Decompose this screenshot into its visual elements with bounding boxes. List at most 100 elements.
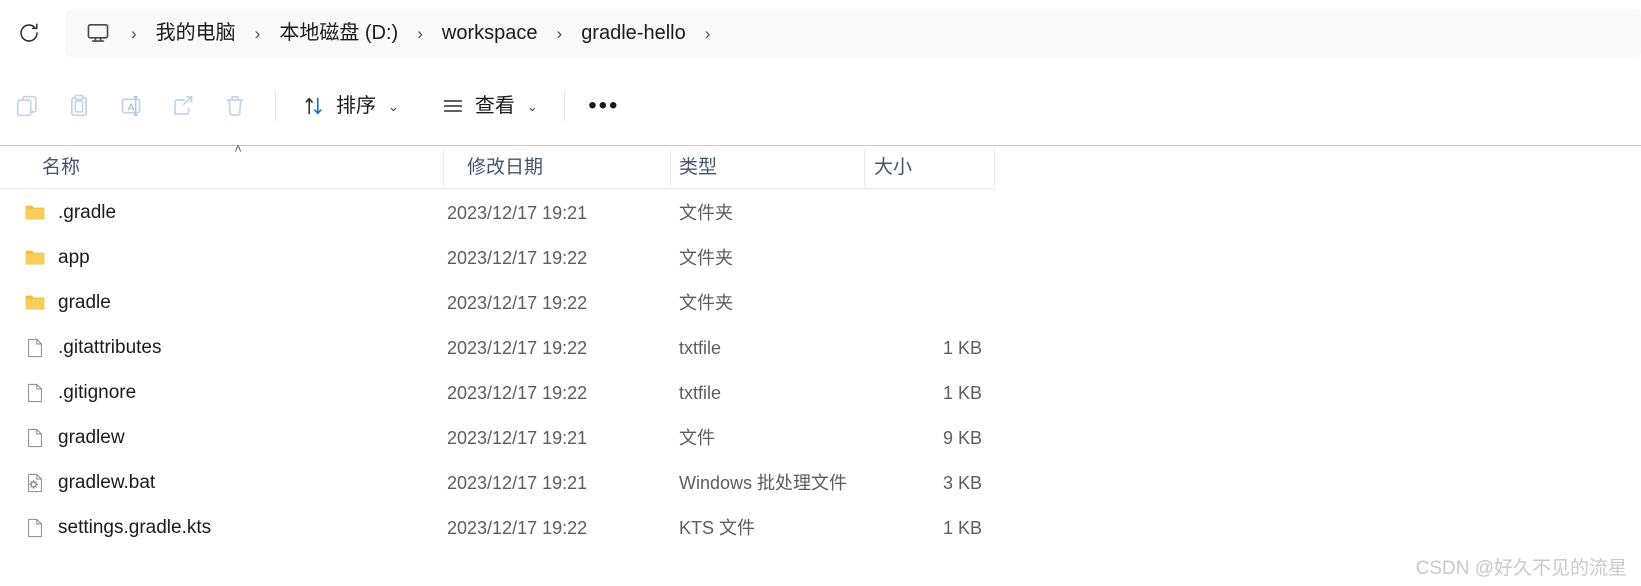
column-header-size-label: 大小 [874,156,913,178]
file-date-label: 2023/12/17 19:22 [447,517,588,538]
sort-menu-button[interactable]: 排序 ⌄ [290,83,411,129]
file-name-cell[interactable]: gradlew [24,415,434,460]
breadcrumb-separator-0: › [131,23,137,43]
file-type-label: Windows 批处理文件 [679,472,848,493]
address-bar: › 我的电脑 › 本地磁盘 (D:) › workspace › gradle-… [0,0,1641,66]
sort-chevron-down-icon: ⌄ [388,98,399,114]
file-size-cell: 9 KB [864,415,982,460]
toolbar-divider-2 [563,91,565,121]
file-size-label: 1 KB [942,517,982,538]
breadcrumb-item-my-computer[interactable]: 我的电脑 [147,19,245,47]
view-menu-button[interactable]: 查看 ⌄ [429,83,550,129]
toolbar-divider-1 [275,91,276,121]
file-date-cell: 2023/12/17 19:22 [447,280,662,325]
file-name-cell[interactable]: gradlew.bat [24,460,434,505]
file-type-cell: 文件夹 [679,235,859,280]
column-header-type[interactable]: 类型 [670,146,864,188]
file-date-label: 2023/12/17 19:22 [447,382,588,403]
file-type-label: txtfile [679,382,722,403]
file-date-cell: 2023/12/17 19:21 [447,190,662,235]
breadcrumb-separator-2: › [417,23,423,43]
column-header-size[interactable]: 大小 [864,146,995,188]
command-toolbar: A 排序 ⌄ 查看 ⌄ ••• [0,72,1641,140]
file-date-cell: 2023/12/17 19:22 [447,505,662,550]
file-name-cell[interactable]: .gradle [24,190,434,235]
overflow-menu-button[interactable]: ••• [579,83,629,129]
file-name-cell[interactable]: gradle [24,280,434,325]
breadcrumb-item-local-disk-d[interactable]: 本地磁盘 (D:) [270,19,407,47]
sort-arrows-icon [305,97,322,115]
file-type-cell: KTS 文件 [679,505,859,550]
file-name-label: .gradle [58,202,117,223]
table-row[interactable]: .gradle 2023/12/17 19:21 文件夹 [0,190,1641,235]
column-header-type-label: 类型 [679,156,718,178]
file-date-cell: 2023/12/17 19:21 [447,460,662,505]
delete-button[interactable] [209,83,261,129]
file-name-cell[interactable]: app [24,235,434,280]
column-header-date-modified-label: 修改日期 [467,156,544,178]
file-date-cell: 2023/12/17 19:22 [447,325,662,370]
share-button[interactable] [157,83,209,129]
sort-menu-label: 排序 [336,95,376,117]
file-type-cell: Windows 批处理文件 [679,460,859,505]
copy-icon [16,95,37,117]
column-header-row: 名称 修改日期 类型 大小 [0,145,995,189]
file-date-label: 2023/12/17 19:22 [447,247,588,268]
file-size-label: 3 KB [942,472,982,493]
file-name-cell[interactable]: settings.gradle.kts [24,505,434,550]
file-date-cell: 2023/12/17 19:22 [447,235,662,280]
share-icon [174,96,193,115]
file-name-cell[interactable]: .gitattributes [24,325,434,370]
table-row[interactable]: gradle 2023/12/17 19:22 文件夹 [0,280,1641,325]
folder-icon [24,292,46,314]
file-name-label: .gitattributes [58,337,162,358]
file-type-label: KTS 文件 [679,517,756,538]
document-icon [24,427,46,449]
paste-button[interactable] [53,83,105,129]
view-menu-label: 查看 [474,95,515,117]
watermark-text: CSDN @好久不见的流星 [1415,558,1627,579]
rename-button[interactable]: A [105,83,157,129]
file-date-cell: 2023/12/17 19:22 [447,370,662,415]
column-header-date-modified[interactable]: 修改日期 [443,146,670,188]
table-row[interactable]: gradlew.bat 2023/12/17 19:21 Windows 批处理… [0,460,1641,505]
breadcrumb[interactable]: › 我的电脑 › 本地磁盘 (D:) › workspace › gradle-… [65,9,1641,57]
file-date-label: 2023/12/17 19:21 [447,202,588,223]
file-date-cell: 2023/12/17 19:21 [447,415,662,460]
document-icon [24,337,46,359]
breadcrumb-separator-4[interactable]: › [695,25,721,42]
file-name-label: gradle [58,292,111,313]
breadcrumb-item-gradle-hello[interactable]: gradle-hello [572,19,695,47]
table-row[interactable]: app 2023/12/17 19:22 文件夹 [0,235,1641,280]
file-type-cell: 文件 [679,415,859,460]
column-divider-4[interactable] [994,150,995,186]
file-type-cell: 文件夹 [679,190,859,235]
column-header-name-label: 名称 [42,156,81,178]
file-type-label: 文件夹 [679,247,733,268]
file-name-label: gradlew [58,427,125,448]
breadcrumb-item-workspace[interactable]: workspace [433,19,547,47]
column-header-name[interactable]: 名称 [0,146,443,188]
file-type-label: txtfile [679,337,722,358]
file-date-label: 2023/12/17 19:22 [447,337,588,358]
table-row[interactable]: .gitignore 2023/12/17 19:22 txtfile 1 KB [0,370,1641,415]
refresh-button[interactable] [7,11,51,55]
file-type-cell: 文件夹 [679,280,859,325]
table-row[interactable]: gradlew 2023/12/17 19:21 文件 9 KB [0,415,1641,460]
batch-file-icon [24,472,46,494]
file-name-label: .gitignore [58,382,137,403]
monitor-icon [87,23,109,42]
file-name-label: app [58,247,90,268]
file-date-label: 2023/12/17 19:21 [447,427,588,448]
table-row[interactable]: .gitattributes 2023/12/17 19:22 txtfile … [0,325,1641,370]
file-size-cell: 1 KB [864,505,982,550]
table-row[interactable]: settings.gradle.kts 2023/12/17 19:22 KTS… [0,505,1641,550]
file-size-label: 1 KB [942,337,982,358]
rename-icon: A [121,96,141,116]
file-size-cell [864,190,982,235]
file-type-label: 文件夹 [679,202,733,223]
breadcrumb-root-this-pc[interactable] [75,16,121,50]
file-size-cell [864,235,982,280]
copy-button[interactable] [1,83,53,129]
file-name-cell[interactable]: .gitignore [24,370,434,415]
